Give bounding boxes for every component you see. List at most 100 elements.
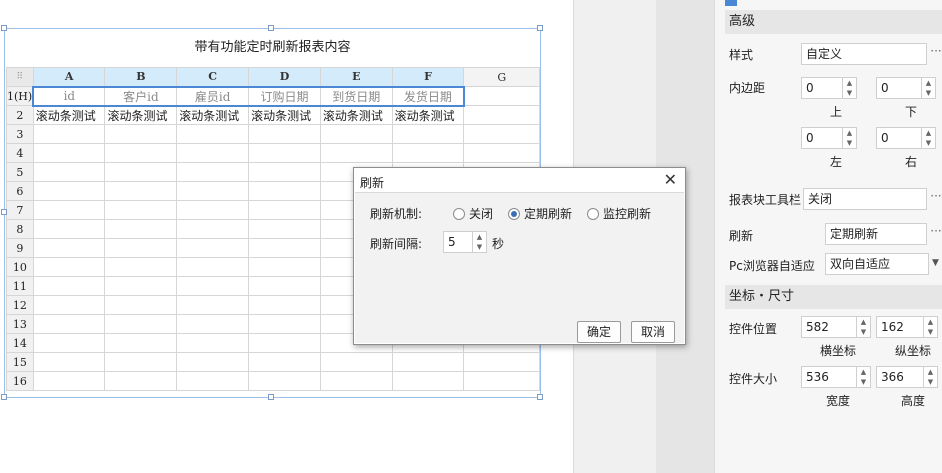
grid-cell[interactable] — [391, 352, 465, 372]
row-header[interactable]: 11 — [6, 276, 34, 296]
row-header[interactable]: 12 — [6, 295, 34, 315]
resize-handle[interactable] — [268, 394, 274, 400]
header-cell-ship-date[interactable]: 发货日期 — [391, 85, 465, 107]
grid-cell[interactable] — [391, 124, 465, 144]
grid-cell[interactable] — [32, 295, 106, 315]
header-cell-id[interactable]: id — [32, 85, 106, 107]
ok-button[interactable]: 确定 — [577, 321, 621, 343]
grid-cell[interactable] — [32, 276, 106, 296]
grid-cell[interactable] — [104, 371, 178, 391]
grid-cell[interactable] — [104, 352, 178, 372]
column-header-a[interactable]: A — [32, 67, 106, 87]
grid-cell[interactable] — [248, 352, 321, 372]
data-cell[interactable]: 滚动条测试 — [248, 105, 321, 125]
checkbox-icon[interactable] — [725, 0, 737, 6]
grid-cell[interactable] — [463, 143, 540, 163]
cancel-button[interactable]: 取消 — [631, 321, 675, 343]
header-cell-customer-id[interactable]: 客户id — [104, 85, 178, 107]
refresh-interval-stepper[interactable]: 5 ▲ ▼ — [443, 231, 487, 253]
resize-handle[interactable] — [537, 25, 543, 31]
grid-cell[interactable] — [463, 371, 540, 391]
grid-cell[interactable] — [319, 143, 393, 163]
height-stepper[interactable]: 366 ▲ ▼ — [876, 366, 938, 388]
resize-handle[interactable] — [537, 394, 543, 400]
chevron-down-icon[interactable]: ▼ — [932, 258, 939, 268]
grid-cell[interactable] — [104, 124, 178, 144]
section-coordinates[interactable]: 坐标・尺寸 — [725, 285, 942, 309]
grid-cell[interactable] — [248, 181, 321, 201]
chevron-down-icon[interactable]: ▼ — [843, 138, 856, 148]
chevron-up-icon[interactable]: ▲ — [857, 317, 870, 327]
grid-cell[interactable] — [176, 124, 250, 144]
grid-cell[interactable] — [176, 295, 250, 315]
grid-cell[interactable] — [319, 371, 393, 391]
grid-cell[interactable] — [32, 162, 106, 182]
chevron-down-icon[interactable]: ▼ — [924, 377, 937, 387]
chevron-up-icon[interactable]: ▲ — [843, 128, 856, 138]
grid-cell[interactable] — [176, 219, 250, 239]
grid-cell[interactable] — [104, 333, 178, 353]
grid-cell[interactable] — [32, 257, 106, 277]
grid-cell[interactable] — [319, 124, 393, 144]
grid-cell[interactable] — [463, 124, 540, 144]
chevron-down-icon[interactable]: ▼ — [473, 242, 486, 252]
grid-cell[interactable] — [32, 238, 106, 258]
column-header-c[interactable]: C — [176, 67, 250, 87]
grid-cell[interactable] — [391, 371, 465, 391]
chevron-up-icon[interactable]: ▲ — [924, 317, 937, 327]
row-header[interactable]: 13 — [6, 314, 34, 334]
row-header[interactable]: 7 — [6, 200, 34, 220]
toolbar-ellipsis-button[interactable]: ··· — [927, 188, 942, 210]
chevron-down-icon[interactable]: ▼ — [857, 377, 870, 387]
grid-cell[interactable] — [32, 143, 106, 163]
chevron-up-icon[interactable]: ▲ — [922, 78, 935, 88]
grid-cell[interactable] — [248, 162, 321, 182]
grid-cell[interactable] — [248, 314, 321, 334]
header-cell-arrival-date[interactable]: 到货日期 — [319, 85, 393, 107]
data-cell[interactable]: 滚动条测试 — [176, 105, 250, 125]
grid-cell[interactable] — [319, 352, 393, 372]
row-header[interactable]: 3 — [6, 124, 34, 144]
grid-cell[interactable] — [248, 238, 321, 258]
data-cell[interactable]: 滚动条测试 — [104, 105, 178, 125]
column-header-d[interactable]: D — [248, 67, 321, 87]
grid-cell[interactable] — [176, 352, 250, 372]
grid-cell[interactable] — [104, 219, 178, 239]
chevron-up-icon[interactable]: ▲ — [843, 78, 856, 88]
resize-handle[interactable] — [268, 25, 274, 31]
grid-cell[interactable] — [176, 162, 250, 182]
column-header-g[interactable]: G — [463, 67, 540, 87]
grid-cell[interactable] — [104, 238, 178, 258]
row-header[interactable]: 16 — [6, 371, 34, 391]
grid-cell[interactable] — [176, 143, 250, 163]
grid-cell[interactable] — [32, 200, 106, 220]
grid-cell[interactable] — [463, 86, 540, 106]
grid-cell[interactable] — [248, 143, 321, 163]
grid-cell[interactable] — [248, 371, 321, 391]
padding-top-stepper[interactable]: 0 ▲ ▼ — [801, 77, 857, 99]
padding-left-stepper[interactable]: 0 ▲ ▼ — [801, 127, 857, 149]
data-cell[interactable]: 滚动条测试 — [32, 105, 106, 125]
chevron-down-icon[interactable]: ▼ — [922, 88, 935, 98]
grid-cell[interactable] — [391, 143, 465, 163]
close-icon[interactable]: ✕ — [664, 171, 677, 189]
grid-cell[interactable] — [32, 371, 106, 391]
grid-cell[interactable] — [248, 219, 321, 239]
toolbar-field[interactable]: 关闭 — [803, 188, 927, 210]
grid-cell[interactable] — [32, 124, 106, 144]
radio-periodic[interactable]: 定期刷新 — [508, 205, 572, 222]
grid-cell[interactable] — [248, 276, 321, 296]
grid-corner[interactable]: ⠿ — [6, 67, 34, 87]
chevron-down-icon[interactable]: ▼ — [843, 88, 856, 98]
refresh-field[interactable]: 定期刷新 — [825, 223, 927, 245]
grid-cell[interactable] — [176, 238, 250, 258]
grid-cell[interactable] — [32, 314, 106, 334]
column-header-b[interactable]: B — [104, 67, 178, 87]
column-header-e[interactable]: E — [319, 67, 393, 87]
chevron-up-icon[interactable]: ▲ — [857, 367, 870, 377]
grid-cell[interactable] — [104, 314, 178, 334]
grid-cell[interactable] — [248, 333, 321, 353]
row-header[interactable]: 9 — [6, 238, 34, 258]
chevron-up-icon[interactable]: ▲ — [922, 128, 935, 138]
position-y-stepper[interactable]: 162 ▲ ▼ — [876, 316, 938, 338]
